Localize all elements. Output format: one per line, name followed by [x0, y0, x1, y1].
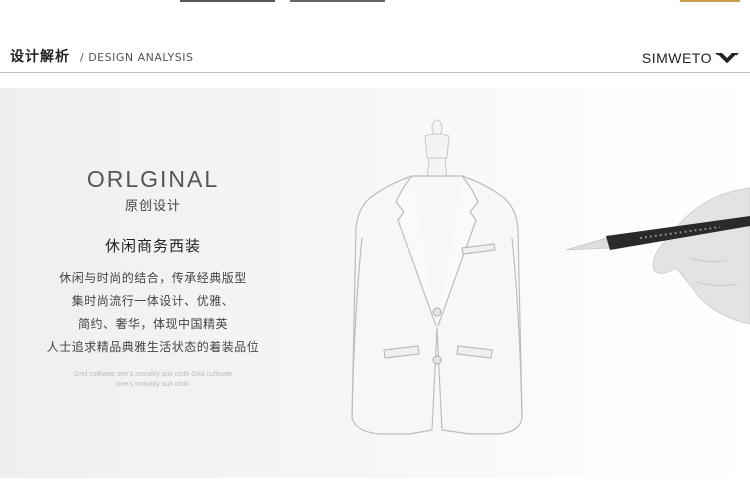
section-subtitle: / DESIGN ANALYSIS [80, 51, 194, 64]
bowtie-logo-icon [715, 53, 739, 65]
brand-name: SIMWETO [641, 50, 712, 66]
section-header: 设计解析 / DESIGN ANALYSIS SIMWETO [0, 36, 750, 74]
design-panel: ORLGINAL 原创设计 休闲商务西装 休闲与时尚的结合，传承经典版型 集时尚… [0, 88, 750, 478]
hand-holding-pen-icon [565, 187, 750, 325]
strip-segment [680, 0, 740, 2]
jacket-icon [351, 175, 523, 435]
strip-segment [180, 0, 275, 2]
top-decor-strip [0, 0, 750, 4]
section-title: 设计解析 [10, 49, 70, 65]
mannequin-icon [424, 119, 450, 181]
strip-segment [290, 0, 385, 2]
header-divider [0, 72, 750, 73]
suit-sketch-illustration [351, 119, 750, 435]
